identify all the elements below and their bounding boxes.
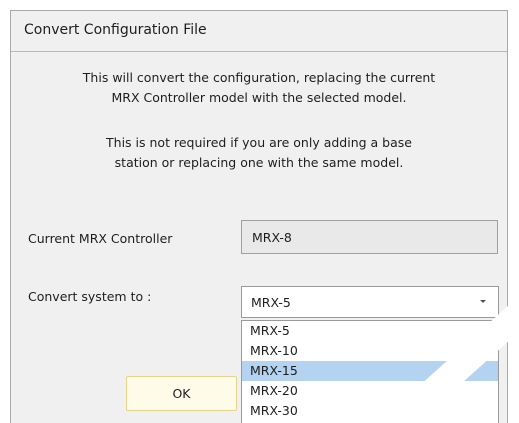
dialog-titlebar: Convert Configuration File (11, 11, 507, 52)
description-line-2: MRX Controller model with the selected m… (111, 90, 407, 105)
current-controller-label: Current MRX Controller (28, 231, 173, 246)
note-line-1: This is not required if you are only add… (106, 135, 412, 150)
dropdown-option-mrx-15[interactable]: MRX-15 (242, 361, 498, 381)
dropdown-option-mrx-20[interactable]: MRX-20 (242, 381, 498, 401)
dropdown-option-mrx-30[interactable]: MRX-30 (242, 401, 498, 421)
convert-note: This is not required if you are only add… (11, 133, 507, 173)
dropdown-option-mrx-5[interactable]: MRX-5 (242, 321, 498, 341)
convert-system-selected-value: MRX-5 (251, 295, 291, 310)
ok-button[interactable]: OK (126, 376, 237, 411)
description-line-1: This will convert the configuration, rep… (82, 70, 436, 85)
convert-configuration-dialog: Convert Configuration File This will con… (10, 10, 508, 423)
dialog-title: Convert Configuration File (24, 22, 207, 38)
convert-description: This will convert the configuration, rep… (11, 68, 507, 108)
chevron-down-icon[interactable] (478, 294, 488, 308)
convert-system-options-list: MRX-5 MRX-10 MRX-15 MRX-20 MRX-30 (241, 320, 499, 423)
current-controller-field: MRX-8 (241, 220, 498, 254)
convert-system-select[interactable]: MRX-5 (241, 286, 499, 318)
convert-system-label: Convert system to : (28, 289, 152, 304)
note-line-2: station or replacing one with the same m… (114, 155, 404, 170)
dropdown-option-mrx-10[interactable]: MRX-10 (242, 341, 498, 361)
screen: Convert Configuration File This will con… (0, 0, 519, 423)
